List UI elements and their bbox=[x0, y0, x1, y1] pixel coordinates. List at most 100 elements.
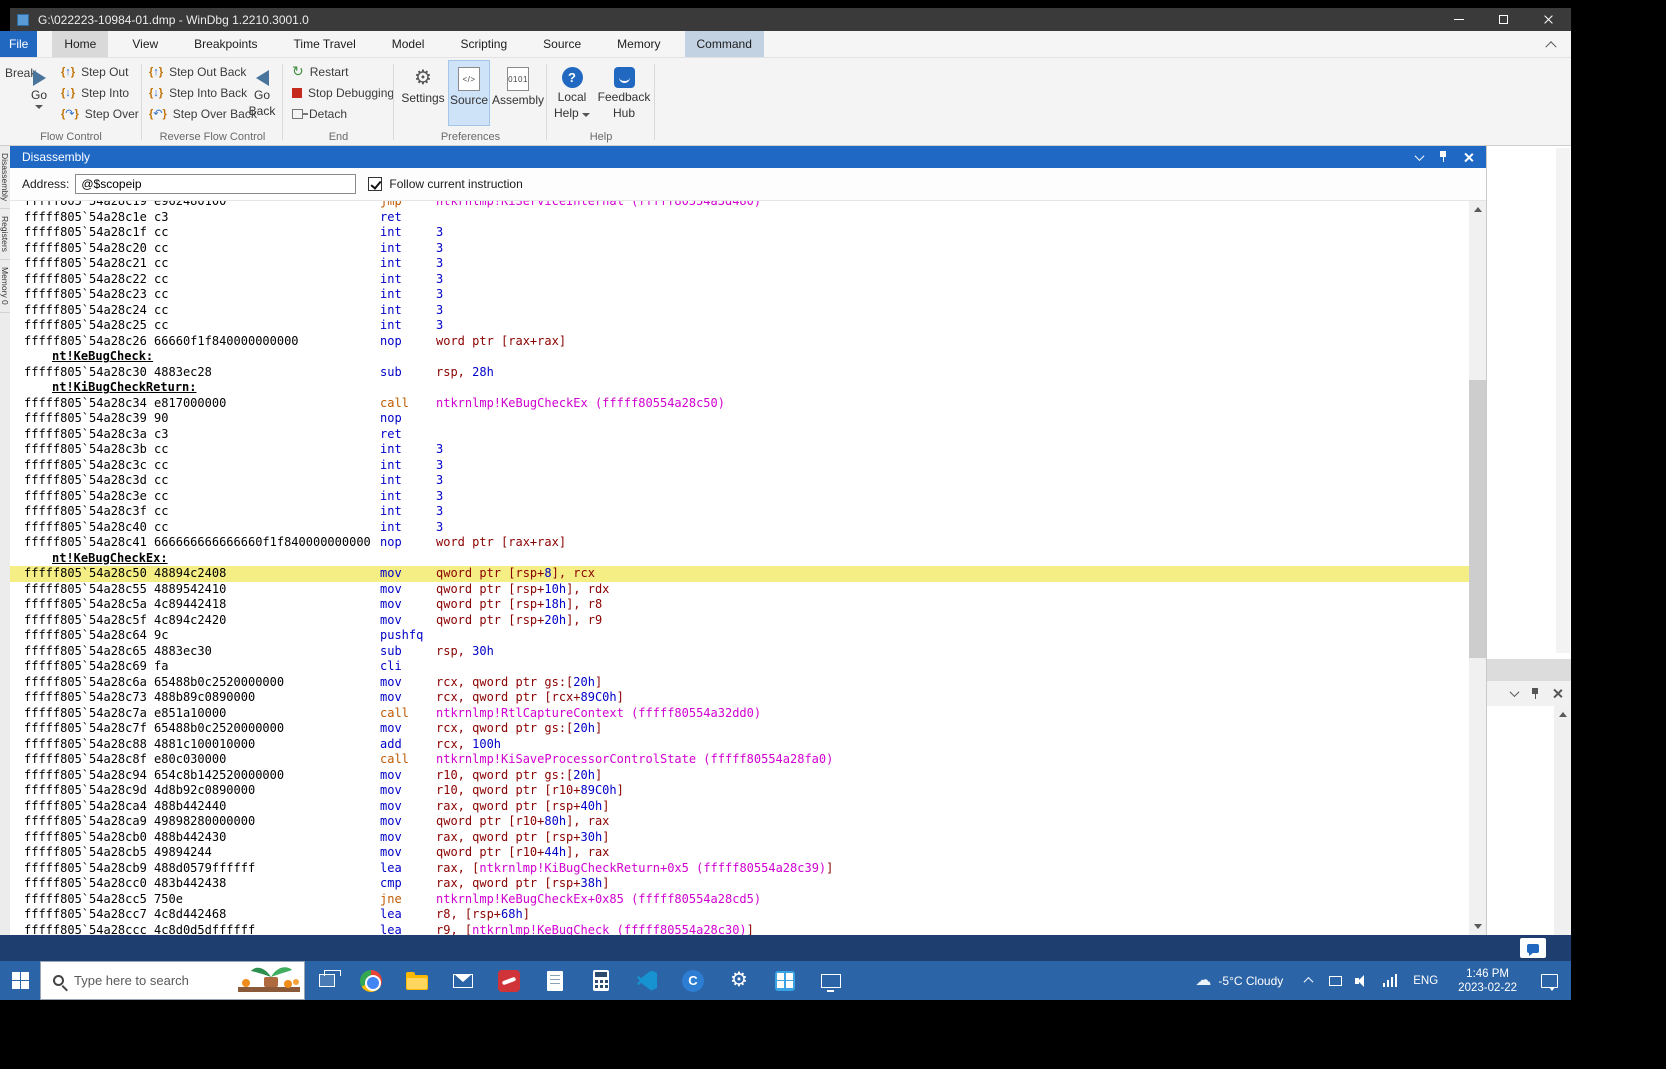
taskbar-app-display[interactable] bbox=[808, 961, 854, 1000]
disasm-instruction-row[interactable]: fffff805`54a28ca9 49898280000000 mov qword… bbox=[10, 814, 1469, 830]
disasm-instruction-row[interactable]: fffff805`54a28c3c cc int 3 bbox=[10, 458, 1469, 474]
taskbar-app-red[interactable] bbox=[486, 961, 532, 1000]
right-pane-upper-scrollbar[interactable] bbox=[1556, 148, 1570, 653]
taskbar-app-c[interactable]: C bbox=[670, 961, 716, 1000]
feedback-hub-button[interactable]: Feedback Hub bbox=[597, 60, 651, 120]
window-titlebar[interactable]: G:\022223-10984-01.dmp - WinDbg 1.2210.3… bbox=[10, 8, 1571, 31]
disasm-instruction-row[interactable]: fffff805`54a28c9d 4d8b92c0890000 mov r10, … bbox=[10, 783, 1469, 799]
language-indicator[interactable]: ENG bbox=[1403, 975, 1448, 987]
disasm-symbol-label-row[interactable]: nt!KeBugCheck: bbox=[10, 349, 1469, 365]
disasm-instruction-row[interactable]: fffff805`54a28c25 cc int 3 bbox=[10, 318, 1469, 334]
disasm-instruction-row[interactable]: fffff805`54a28cc7 4c8d442468 lea r8, [rsp+… bbox=[10, 907, 1469, 923]
local-help-button[interactable]: ? Local Help bbox=[549, 60, 595, 120]
volume-button[interactable] bbox=[1349, 974, 1376, 987]
disasm-instruction-row[interactable]: fffff805`54a28c88 4881c100010000 add rcx, … bbox=[10, 737, 1469, 753]
go-back-button[interactable]: Go Back bbox=[244, 60, 280, 118]
notification-toast[interactable] bbox=[1520, 938, 1546, 958]
dock-tab-memory-0[interactable]: Memory 0 bbox=[0, 260, 10, 313]
tab-time-travel[interactable]: Time Travel bbox=[282, 31, 368, 57]
disasm-instruction-row[interactable]: fffff805`54a28c5f 4c894c2420 mov qword ptr… bbox=[10, 613, 1469, 629]
disasm-instruction-row[interactable]: fffff805`54a28c1f cc int 3 bbox=[10, 225, 1469, 241]
scroll-up-button[interactable] bbox=[1554, 706, 1571, 723]
right-pane-titlebar[interactable] bbox=[1487, 681, 1571, 706]
disasm-instruction-row[interactable]: fffff805`54a28c3e cc int 3 bbox=[10, 489, 1469, 505]
tab-scripting[interactable]: Scripting bbox=[448, 31, 519, 57]
disasm-instruction-row[interactable]: fffff805`54a28c23 cc int 3 bbox=[10, 287, 1469, 303]
disasm-instruction-row[interactable]: fffff805`54a28c73 488b89c0890000 mov rcx, … bbox=[10, 690, 1469, 706]
disasm-instruction-row[interactable]: fffff805`54a28c50 48894c2408 mov qword ptr… bbox=[10, 566, 1469, 582]
pane-divider[interactable] bbox=[1487, 659, 1571, 681]
close-icon[interactable] bbox=[1463, 152, 1474, 163]
disassembly-scrollbar[interactable] bbox=[1469, 201, 1486, 935]
disasm-symbol-label-row[interactable]: nt!KeBugCheckEx: bbox=[10, 551, 1469, 567]
follow-current-instruction-checkbox[interactable] bbox=[368, 177, 383, 191]
disasm-instruction-row[interactable]: fffff805`54a28c65 4883ec30 sub rsp, 30h bbox=[10, 644, 1469, 660]
disasm-instruction-row[interactable]: fffff805`54a28c55 4889542410 mov qword ptr… bbox=[10, 582, 1469, 598]
taskbar-app-file-explorer[interactable] bbox=[394, 961, 440, 1000]
hidden-icons-button[interactable] bbox=[1295, 976, 1322, 987]
disasm-instruction-row[interactable]: fffff805`54a28c41 666666666666660f1f8400… bbox=[10, 535, 1469, 551]
go-button[interactable]: Go bbox=[22, 60, 56, 109]
disasm-instruction-row[interactable]: fffff805`54a28c3a c3 ret bbox=[10, 427, 1469, 443]
taskbar-app-calculator[interactable] bbox=[578, 961, 624, 1000]
disasm-instruction-row[interactable]: fffff805`54a28c7a e851a10000 call ntkrnlmp… bbox=[10, 706, 1469, 722]
taskbar-app-store[interactable] bbox=[762, 961, 808, 1000]
tab-home[interactable]: Home bbox=[52, 31, 109, 57]
disasm-instruction-row[interactable]: fffff805`54a28c5a 4c89442418 mov qword ptr… bbox=[10, 597, 1469, 613]
taskbar-app-vscode[interactable] bbox=[624, 961, 670, 1000]
step-over-back-button[interactable]: {↶} Step Over Back bbox=[146, 103, 260, 124]
disasm-instruction-row[interactable]: fffff805`54a28c69 fa cli bbox=[10, 659, 1469, 675]
tab-model[interactable]: Model bbox=[380, 31, 437, 57]
minimize-button[interactable] bbox=[1436, 8, 1481, 31]
tray-monitor-button[interactable] bbox=[1322, 975, 1349, 986]
chevron-down-icon[interactable] bbox=[1414, 150, 1425, 161]
disasm-instruction-row[interactable]: fffff805`54a28c3f cc int 3 bbox=[10, 504, 1469, 520]
tab-source[interactable]: Source bbox=[531, 31, 593, 57]
disassembly-titlebar[interactable]: Disassembly bbox=[10, 146, 1486, 168]
disasm-symbol-label-row[interactable]: nt!KiBugCheckReturn: bbox=[10, 380, 1469, 396]
restart-button[interactable]: Restart bbox=[289, 61, 397, 82]
pin-icon[interactable] bbox=[1530, 687, 1540, 700]
assembly-button[interactable]: 0101 Assembly bbox=[492, 60, 544, 107]
disasm-instruction-row[interactable]: fffff805`54a28c39 90 nop bbox=[10, 411, 1469, 427]
disasm-instruction-row[interactable]: fffff805`54a28cc0 483b442438 cmp rax, qwor… bbox=[10, 876, 1469, 892]
source-button[interactable]: </> Source bbox=[448, 60, 490, 126]
disasm-instruction-row[interactable]: fffff805`54a28c19 e962480100 jmp ntkrnlmp!… bbox=[10, 201, 1469, 210]
chevron-down-icon[interactable] bbox=[1509, 687, 1520, 698]
disasm-instruction-row[interactable]: fffff805`54a28cb9 488d0579ffffff lea rax, … bbox=[10, 861, 1469, 877]
action-center-button[interactable] bbox=[1527, 973, 1571, 991]
tab-view[interactable]: View bbox=[120, 31, 170, 57]
disasm-instruction-row[interactable]: fffff805`54a28c20 cc int 3 bbox=[10, 241, 1469, 257]
start-button[interactable] bbox=[0, 961, 40, 1000]
pin-icon[interactable] bbox=[1438, 151, 1448, 163]
step-out-button[interactable]: {↑} Step Out bbox=[58, 61, 142, 82]
taskbar-search-box[interactable]: Type here to search bbox=[40, 961, 305, 1000]
right-pane-scrollbar[interactable] bbox=[1554, 706, 1571, 935]
settings-button[interactable]: Settings bbox=[400, 60, 446, 105]
maximize-button[interactable] bbox=[1481, 8, 1526, 31]
disasm-instruction-row[interactable]: fffff805`54a28c24 cc int 3 bbox=[10, 303, 1469, 319]
taskbar-app-notes[interactable] bbox=[532, 961, 578, 1000]
scroll-up-button[interactable] bbox=[1469, 201, 1486, 218]
tab-breakpoints[interactable]: Breakpoints bbox=[182, 31, 269, 57]
disasm-instruction-row[interactable]: fffff805`54a28c40 cc int 3 bbox=[10, 520, 1469, 536]
tab-command[interactable]: Command bbox=[684, 31, 764, 57]
disasm-instruction-row[interactable]: fffff805`54a28cc5 750e jne ntkrnlmp!KeBugC… bbox=[10, 892, 1469, 908]
task-view-button[interactable] bbox=[305, 961, 348, 1000]
tab-file[interactable]: File bbox=[0, 31, 38, 57]
disasm-instruction-row[interactable]: fffff805`54a28c34 e817000000 call ntkrnlmp… bbox=[10, 396, 1469, 412]
network-button[interactable] bbox=[1376, 974, 1403, 987]
detach-button[interactable]: Detach bbox=[289, 103, 397, 124]
dock-tab-registers[interactable]: Registers bbox=[0, 209, 10, 261]
disasm-instruction-row[interactable]: fffff805`54a28c22 cc int 3 bbox=[10, 272, 1469, 288]
disasm-instruction-row[interactable]: fffff805`54a28cb5 49894244 mov qword ptr [… bbox=[10, 845, 1469, 861]
disasm-instruction-row[interactable]: fffff805`54a28c30 4883ec28 sub rsp, 28h bbox=[10, 365, 1469, 381]
step-into-button[interactable]: {↓} Step Into bbox=[58, 82, 142, 103]
taskbar-app-mail[interactable] bbox=[440, 961, 486, 1000]
disasm-instruction-row[interactable]: fffff805`54a28ca4 488b442440 mov rax, qwor… bbox=[10, 799, 1469, 815]
disasm-instruction-row[interactable]: fffff805`54a28cb0 488b442430 mov rax, qwor… bbox=[10, 830, 1469, 846]
disasm-instruction-row[interactable]: fffff805`54a28c1e c3 ret bbox=[10, 210, 1469, 226]
disasm-instruction-row[interactable]: fffff805`54a28c3d cc int 3 bbox=[10, 473, 1469, 489]
step-into-back-button[interactable]: {↓} Step Into Back bbox=[146, 82, 260, 103]
tab-memory[interactable]: Memory bbox=[605, 31, 672, 57]
